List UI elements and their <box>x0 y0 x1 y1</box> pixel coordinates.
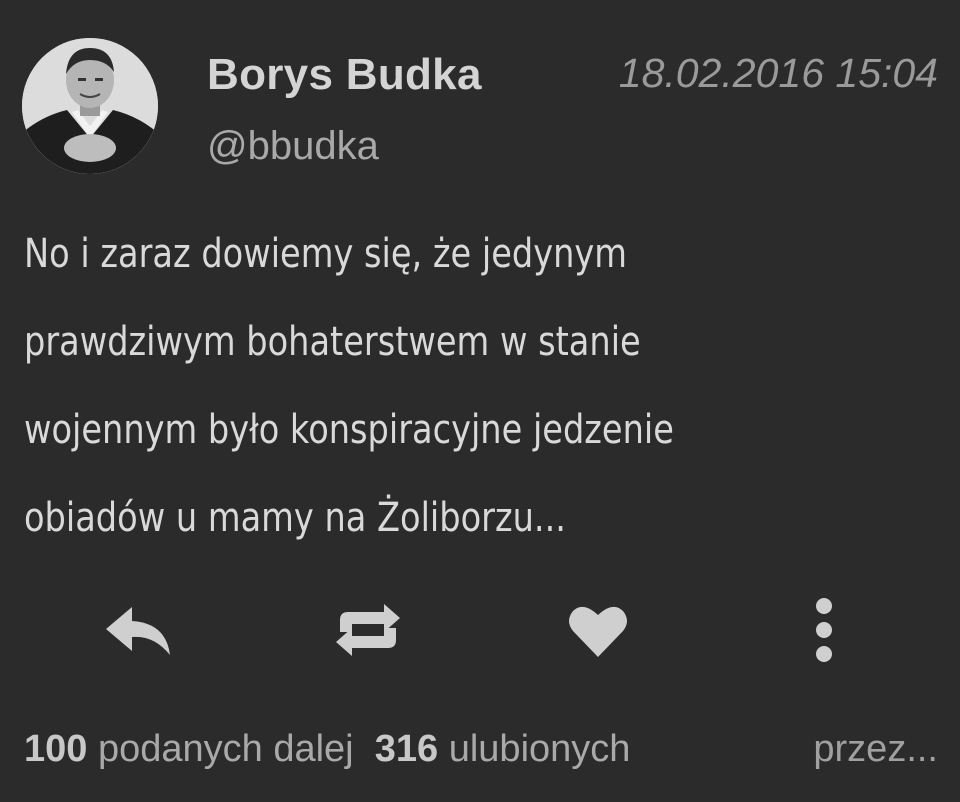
tweet-line: wojennym było konspiracyjne jedzenie <box>24 407 674 453</box>
tweet-actions <box>0 590 960 670</box>
retweets-label[interactable]: podanych dalej <box>98 728 354 770</box>
reply-icon <box>106 607 170 655</box>
tweet-line: No i zaraz dowiemy się, że jedynym <box>24 231 628 277</box>
tweet-line: obiadów u mamy na Żoliborzu... <box>24 495 566 541</box>
retweet-icon <box>336 604 400 656</box>
like-button[interactable] <box>556 590 640 670</box>
tweet-line: prawdziwym bohaterstwem w stanie <box>24 319 641 365</box>
likes-count[interactable]: 316 <box>375 728 438 770</box>
author-handle[interactable]: @bbudka <box>207 124 379 169</box>
author-name[interactable]: Borys Budka <box>207 50 482 100</box>
more-vertical-icon <box>816 598 832 662</box>
tweet-timestamp: 18.02.2016 15:04 <box>618 50 938 96</box>
avatar[interactable] <box>22 38 158 174</box>
tweet-text: No i zaraz dowiemy się, że jedynym prawd… <box>24 210 923 562</box>
retweets-count[interactable]: 100 <box>24 728 87 770</box>
tweet-stats: 100 podanych dalej 316 ulubionych <box>24 728 630 771</box>
likes-label[interactable]: ulubionych <box>449 728 631 770</box>
via-source[interactable]: przez... <box>813 728 938 771</box>
more-button[interactable] <box>796 590 852 670</box>
retweet-button[interactable] <box>326 590 410 670</box>
reply-button[interactable] <box>96 590 180 670</box>
heart-icon <box>569 606 627 657</box>
